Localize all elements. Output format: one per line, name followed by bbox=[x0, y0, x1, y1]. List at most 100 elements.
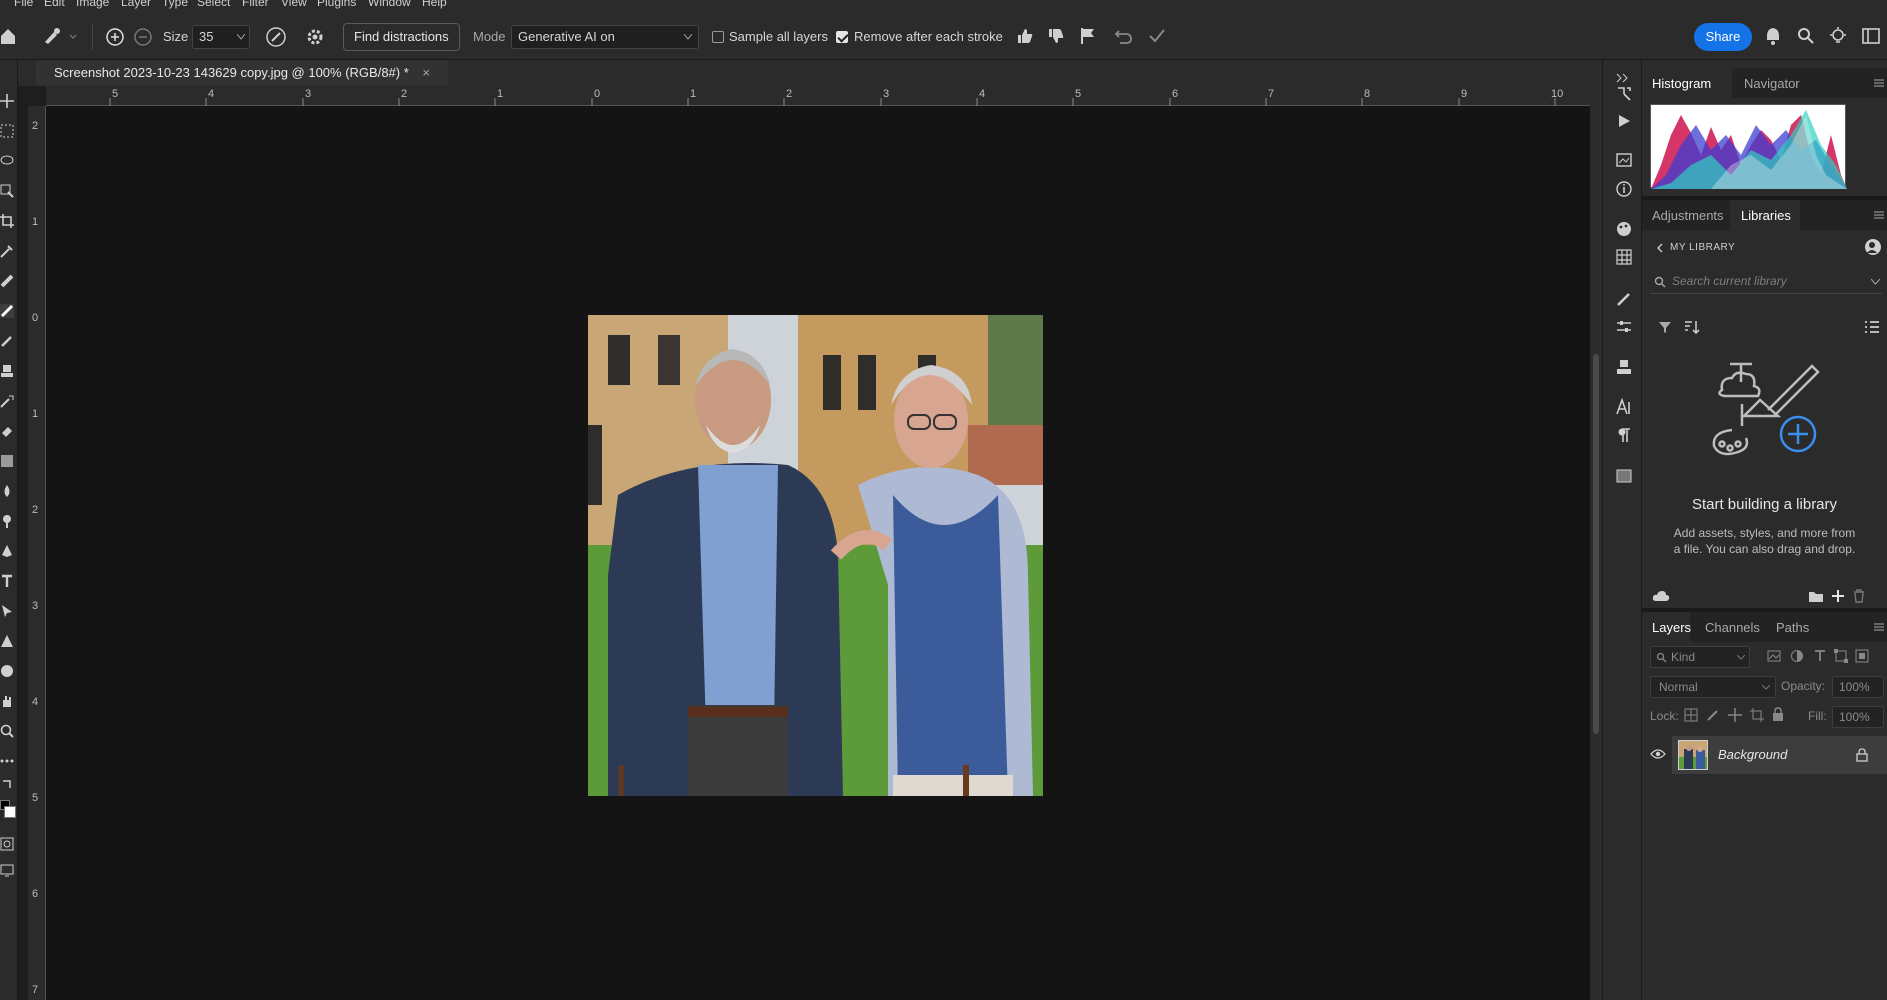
hand-tool-icon[interactable] bbox=[0, 694, 14, 708]
subtract-from-brush-icon[interactable] bbox=[133, 27, 153, 47]
tab-histogram[interactable]: Histogram bbox=[1652, 76, 1711, 91]
sample-all-layers-checkbox[interactable] bbox=[712, 31, 724, 43]
character-icon[interactable] bbox=[1615, 398, 1633, 416]
gear-icon[interactable] bbox=[305, 27, 325, 47]
history-brush-tool-icon[interactable] bbox=[0, 394, 14, 408]
document-image[interactable] bbox=[588, 315, 1043, 796]
actions-play-icon[interactable] bbox=[1616, 113, 1632, 129]
gradients-icon[interactable] bbox=[1615, 468, 1633, 484]
opacity-input[interactable]: 100% bbox=[1832, 676, 1884, 698]
remove-tool-icon[interactable] bbox=[0, 304, 14, 318]
paragraph-icon[interactable] bbox=[1615, 426, 1633, 444]
blur-tool-icon[interactable] bbox=[0, 484, 14, 498]
library-search-input[interactable]: Search current library bbox=[1650, 270, 1882, 294]
add-to-brush-icon[interactable] bbox=[105, 27, 125, 47]
remove-tool-preset-icon[interactable] bbox=[42, 26, 78, 46]
menu-plugins[interactable]: Plugins bbox=[317, 0, 356, 9]
ellipse-tool-icon[interactable] bbox=[0, 664, 14, 678]
adjustments-sliders-icon[interactable] bbox=[1615, 318, 1633, 336]
flag-icon[interactable] bbox=[1079, 27, 1097, 45]
quick-mask-icon[interactable] bbox=[0, 837, 14, 851]
filter-shape-layer-icon[interactable] bbox=[1834, 649, 1848, 663]
screen-mode-icon[interactable] bbox=[0, 863, 14, 877]
gradient-tool-icon[interactable] bbox=[0, 454, 14, 468]
menu-filter[interactable]: Filter bbox=[242, 0, 269, 9]
menu-window[interactable]: Window bbox=[368, 0, 411, 9]
trash-icon[interactable] bbox=[1852, 589, 1866, 603]
menu-file[interactable]: File bbox=[14, 0, 33, 9]
eraser-tool-icon[interactable] bbox=[0, 424, 14, 438]
discover-icon[interactable] bbox=[1828, 26, 1848, 46]
menu-type[interactable]: Type bbox=[162, 0, 188, 9]
tab-layers[interactable]: Layers bbox=[1652, 620, 1691, 635]
search-icon[interactable] bbox=[1797, 27, 1815, 45]
lock-position-icon[interactable] bbox=[1728, 708, 1742, 722]
find-distractions-button[interactable]: Find distractions bbox=[343, 23, 460, 51]
zoom-tool-icon[interactable] bbox=[0, 724, 14, 738]
layer-kind-filter[interactable]: Kind bbox=[1650, 646, 1750, 668]
crop-tool-icon[interactable] bbox=[0, 214, 14, 228]
layer-name[interactable]: Background bbox=[1718, 747, 1787, 762]
share-button[interactable]: Share bbox=[1694, 23, 1752, 51]
menu-layer[interactable]: Layer bbox=[121, 0, 151, 9]
filter-type-layer-icon[interactable] bbox=[1813, 649, 1827, 663]
swap-colors-icon[interactable] bbox=[0, 778, 14, 792]
blend-mode-select[interactable]: Normal bbox=[1650, 676, 1776, 698]
lasso-tool-icon[interactable] bbox=[0, 154, 14, 168]
filter-icon[interactable] bbox=[1658, 320, 1672, 334]
folder-icon[interactable] bbox=[1808, 589, 1824, 603]
marquee-tool-icon[interactable] bbox=[0, 124, 14, 138]
type-tool-icon[interactable] bbox=[0, 574, 14, 588]
brushes-icon[interactable] bbox=[1615, 290, 1633, 308]
scrollbar-thumb[interactable] bbox=[1593, 354, 1599, 734]
tab-adjustments[interactable]: Adjustments bbox=[1652, 208, 1724, 223]
panel-menu-icon[interactable] bbox=[1874, 78, 1884, 88]
path-selection-tool-icon[interactable] bbox=[0, 604, 14, 618]
menu-help[interactable]: Help bbox=[422, 0, 447, 9]
lock-image-pixels-icon[interactable] bbox=[1706, 708, 1720, 722]
menu-image[interactable]: Image bbox=[76, 0, 109, 9]
layer-row-background[interactable]: Background bbox=[1672, 736, 1887, 774]
list-view-icon[interactable] bbox=[1864, 320, 1880, 334]
home-icon[interactable] bbox=[0, 27, 16, 45]
healing-brush-tool-icon[interactable] bbox=[0, 274, 14, 288]
eyedropper-tool-icon[interactable] bbox=[0, 244, 14, 258]
checkmark-icon[interactable] bbox=[1148, 27, 1166, 45]
vertical-scrollbar[interactable] bbox=[1590, 86, 1602, 1000]
object-selection-tool-icon[interactable] bbox=[0, 184, 14, 198]
horizontal-ruler[interactable]: 5 4 3 2 1 0 1 2 3 4 5 6 7 8 9 10 bbox=[46, 86, 1590, 106]
close-icon[interactable]: × bbox=[422, 65, 430, 80]
document-tab[interactable]: Screenshot 2023-10-23 143629 copy.jpg @ … bbox=[36, 60, 449, 86]
menu-select[interactable]: Select bbox=[197, 0, 230, 9]
lock-artboard-icon[interactable] bbox=[1750, 708, 1764, 722]
canvas-area[interactable] bbox=[46, 106, 1590, 1000]
swatches-grid-icon[interactable] bbox=[1615, 248, 1633, 266]
fill-input[interactable]: 100% bbox=[1832, 706, 1884, 728]
library-user-icon[interactable] bbox=[1864, 238, 1882, 256]
pressure-size-icon[interactable] bbox=[265, 26, 287, 48]
sort-icon[interactable] bbox=[1684, 320, 1700, 334]
library-breadcrumb[interactable]: MY LIBRARY bbox=[1670, 242, 1735, 253]
add-icon[interactable] bbox=[1830, 588, 1846, 604]
shape-tool-icon[interactable] bbox=[0, 634, 14, 648]
lock-transparent-pixels-icon[interactable] bbox=[1684, 708, 1698, 722]
background-color-swatch[interactable] bbox=[4, 806, 16, 818]
lock-all-icon[interactable] bbox=[1772, 707, 1784, 722]
chevron-left-icon[interactable] bbox=[1656, 243, 1664, 253]
panel-menu-icon[interactable] bbox=[1874, 210, 1884, 220]
lock-icon[interactable] bbox=[1856, 748, 1868, 762]
pen-tool-icon[interactable] bbox=[0, 544, 14, 558]
vertical-ruler[interactable]: 2 1 0 1 2 3 4 5 6 7 bbox=[28, 106, 46, 1000]
bell-icon[interactable] bbox=[1764, 26, 1782, 46]
info-icon[interactable] bbox=[1615, 180, 1633, 198]
undo-icon[interactable] bbox=[1114, 27, 1134, 45]
properties-icon[interactable] bbox=[1615, 152, 1633, 168]
eye-icon[interactable] bbox=[1650, 748, 1666, 760]
more-tools-icon[interactable] bbox=[0, 754, 14, 768]
tab-paths[interactable]: Paths bbox=[1776, 620, 1809, 635]
filter-adjustment-layer-icon[interactable] bbox=[1790, 649, 1804, 663]
mode-select[interactable]: Generative AI on bbox=[511, 25, 699, 49]
clone-stamp-tool-icon[interactable] bbox=[0, 364, 14, 378]
thumbs-down-icon[interactable] bbox=[1047, 27, 1065, 45]
tab-navigator[interactable]: Navigator bbox=[1744, 76, 1800, 91]
